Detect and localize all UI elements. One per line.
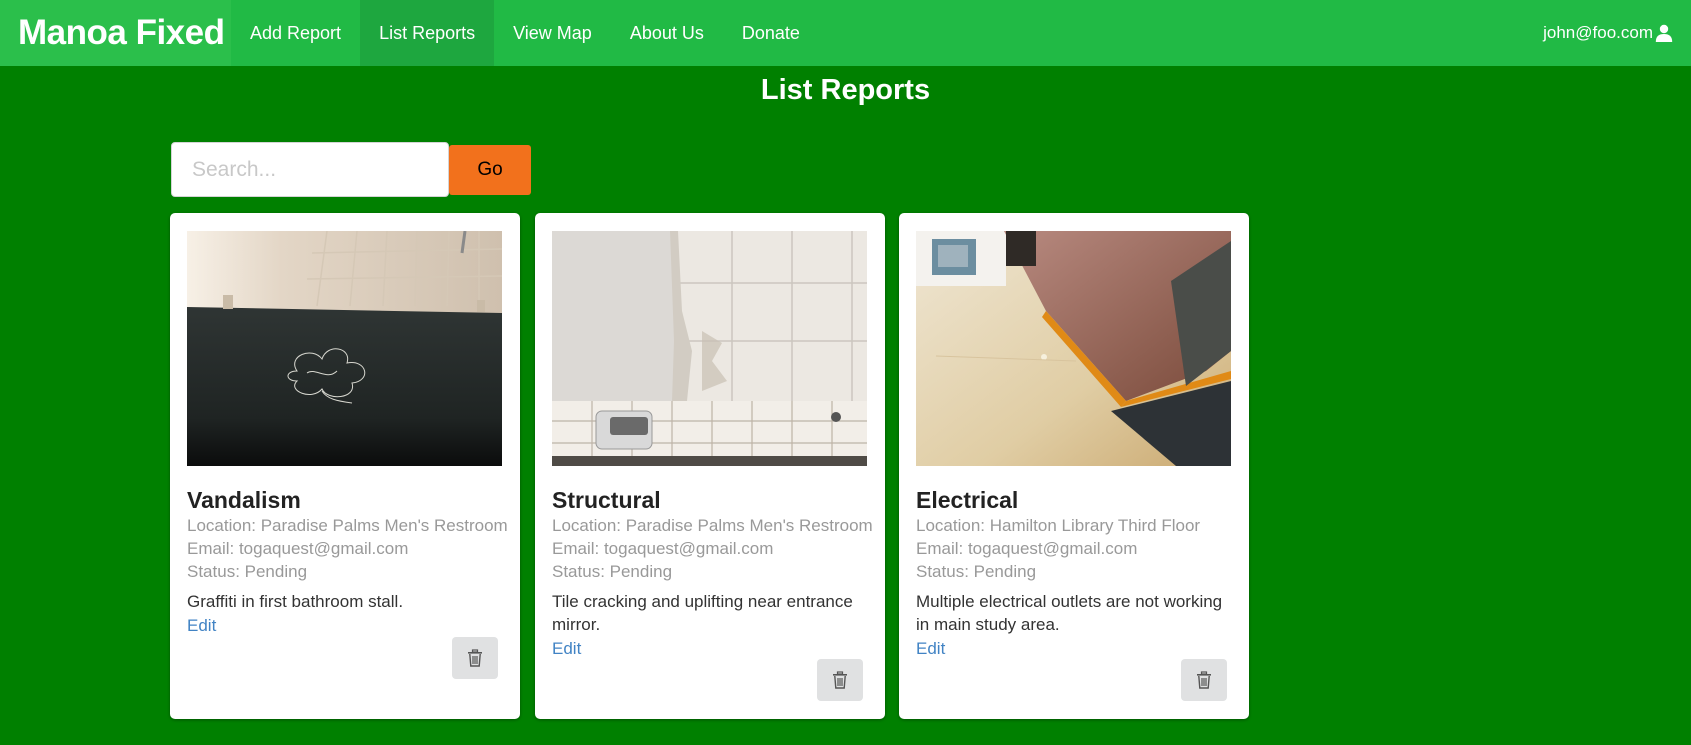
report-location: Location: Paradise Palms Men's Restroom bbox=[187, 516, 508, 535]
report-photo bbox=[552, 231, 867, 466]
report-card: Vandalism Location: Paradise Palms Men's… bbox=[170, 213, 520, 719]
report-description: Tile cracking and uplifting near entranc… bbox=[552, 592, 853, 634]
report-photo bbox=[916, 231, 1231, 466]
page-title: List Reports bbox=[760, 74, 931, 106]
edit-link[interactable]: Edit bbox=[552, 639, 581, 659]
delete-button[interactable] bbox=[1181, 659, 1227, 701]
search-input[interactable] bbox=[171, 142, 449, 197]
report-status: Status: Pending bbox=[187, 562, 308, 581]
report-email: Email: togaquest@gmail.com bbox=[187, 539, 409, 558]
report-description: Graffiti in first bathroom stall. bbox=[187, 592, 404, 611]
user-email: john@foo.com bbox=[1543, 23, 1653, 42]
delete-button[interactable] bbox=[452, 637, 498, 679]
report-category: Electrical bbox=[916, 487, 1019, 513]
edit-link[interactable]: Edit bbox=[187, 616, 216, 636]
report-card: Structural Location: Paradise Palms Men'… bbox=[535, 213, 885, 719]
nav-view-map[interactable]: View Map bbox=[494, 0, 611, 66]
report-category: Vandalism bbox=[187, 487, 301, 513]
report-email: Email: togaquest@gmail.com bbox=[552, 539, 774, 558]
nav-donate[interactable]: Donate bbox=[723, 0, 819, 66]
report-status: Status: Pending bbox=[916, 562, 1037, 581]
report-location: Location: Hamilton Library Third Floor bbox=[916, 516, 1201, 535]
report-email: Email: togaquest@gmail.com bbox=[916, 539, 1138, 558]
delete-button[interactable] bbox=[817, 659, 863, 701]
report-location: Location: Paradise Palms Men's Restroom bbox=[552, 516, 873, 535]
report-description: Multiple electrical outlets are not work… bbox=[916, 592, 1223, 634]
report-status: Status: Pending bbox=[552, 562, 673, 581]
user-menu[interactable]: john@foo.com bbox=[1543, 0, 1673, 66]
edit-link[interactable]: Edit bbox=[916, 639, 945, 659]
navbar: Manoa Fixed Add Report List Reports View… bbox=[0, 0, 1691, 66]
nav-list-reports[interactable]: List Reports bbox=[360, 0, 495, 66]
user-icon bbox=[1655, 24, 1673, 42]
brand-logo[interactable]: Manoa Fixed bbox=[0, 0, 231, 66]
trash-icon bbox=[468, 649, 482, 667]
report-category: Structural bbox=[552, 487, 661, 513]
trash-icon bbox=[1197, 671, 1211, 689]
nav-add-report[interactable]: Add Report bbox=[231, 0, 360, 66]
report-photo bbox=[187, 231, 502, 466]
report-card: Electrical Location: Hamilton Library Th… bbox=[899, 213, 1249, 719]
trash-icon bbox=[833, 671, 847, 689]
go-button[interactable]: Go bbox=[449, 145, 531, 195]
nav-about-us[interactable]: About Us bbox=[611, 0, 723, 66]
